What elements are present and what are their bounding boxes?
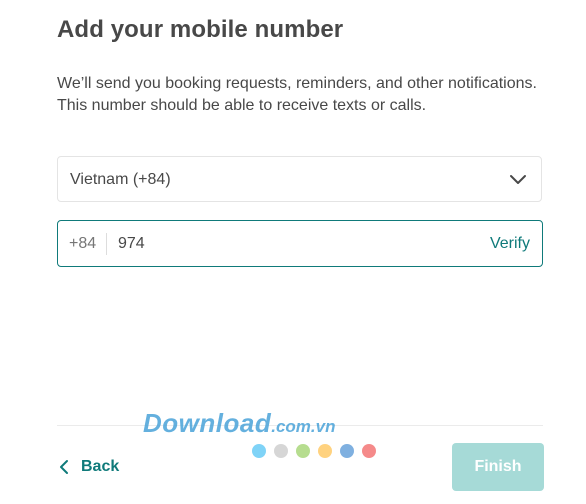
watermark-dot [340,444,354,458]
phone-number-field[interactable]: +84 Verify [57,220,543,267]
footer-divider [57,425,543,426]
watermark-dot [274,444,288,458]
finish-button[interactable]: Finish [452,443,544,491]
back-button[interactable]: Back [58,455,119,479]
watermark-logo: Download .com.vn [143,408,335,439]
watermark-main-text: Download [143,408,272,438]
page-description: We’ll send you booking requests, reminde… [57,75,537,114]
back-button-label: Back [81,458,120,475]
watermark-dot [252,444,266,458]
watermark-dot [296,444,310,458]
watermark-tld-text: .com.vn [271,417,336,436]
chevron-left-icon [60,460,68,474]
watermark-dot [362,444,376,458]
add-mobile-number-page: Add your mobile number We’ll send you bo… [0,0,586,504]
country-code-prefix: +84 [69,235,97,252]
country-select[interactable]: Vietnam (+84) [57,156,542,202]
phone-number-input[interactable] [118,235,458,253]
watermark-dot [318,444,332,458]
chevron-down-icon [510,175,526,184]
prefix-divider [106,233,107,255]
country-select-value: Vietnam (+84) [70,171,171,188]
verify-link[interactable]: Verify [490,235,530,253]
page-title: Add your mobile number [57,16,344,43]
watermark-dots [252,444,376,458]
